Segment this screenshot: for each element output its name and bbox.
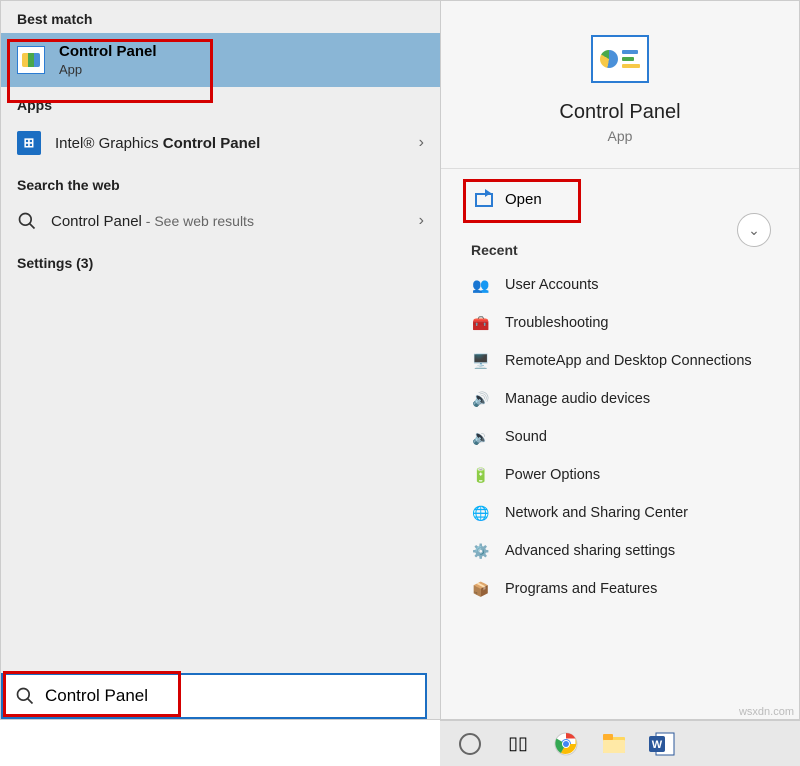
power-icon: 🔋 xyxy=(471,465,491,485)
best-match-subtitle: App xyxy=(59,62,157,77)
intel-icon: ⊞ xyxy=(17,131,41,155)
search-input[interactable] xyxy=(45,686,413,706)
settings-icon: ⚙️ xyxy=(471,541,491,561)
recent-item-sound[interactable]: 🔉Sound xyxy=(441,418,799,456)
chrome-icon[interactable] xyxy=(552,730,580,758)
recent-item-audio-devices[interactable]: 🔊Manage audio devices xyxy=(441,380,799,418)
best-match-result[interactable]: Control Panel App xyxy=(1,33,440,87)
preview-pane: Control Panel App Open ⌄ Recent 👥User Ac… xyxy=(441,1,799,719)
chevron-right-icon[interactable]: › xyxy=(419,134,424,152)
app-result-intel-graphics[interactable]: ⊞ Intel® Graphics Control Panel › xyxy=(1,119,440,167)
control-panel-icon xyxy=(17,46,45,74)
watermark: wsxdn.com xyxy=(739,706,794,718)
apps-label: Apps xyxy=(1,87,440,119)
file-explorer-icon[interactable] xyxy=(600,730,628,758)
troubleshooting-icon: 🧰 xyxy=(471,313,491,333)
search-icon xyxy=(15,686,35,706)
open-icon xyxy=(475,193,493,207)
recent-item-remoteapp[interactable]: 🖥️RemoteApp and Desktop Connections xyxy=(441,342,799,380)
cortana-icon[interactable] xyxy=(456,730,484,758)
recent-item-user-accounts[interactable]: 👥User Accounts xyxy=(441,266,799,304)
results-pane: Best match Control Panel App Apps ⊞ Inte… xyxy=(1,1,441,719)
recent-item-network-sharing[interactable]: 🌐Network and Sharing Center xyxy=(441,494,799,532)
user-accounts-icon: 👥 xyxy=(471,275,491,295)
word-icon[interactable]: W xyxy=(648,730,676,758)
search-icon xyxy=(17,211,37,231)
settings-results-label[interactable]: Settings (3) xyxy=(1,243,440,283)
preview-title: Control Panel xyxy=(559,101,680,124)
recent-item-power-options[interactable]: 🔋Power Options xyxy=(441,456,799,494)
programs-icon: 📦 xyxy=(471,579,491,599)
web-result-title: Control Panel - See web results xyxy=(51,213,254,230)
best-match-title: Control Panel xyxy=(59,43,157,60)
best-match-label: Best match xyxy=(1,1,440,33)
search-web-label: Search the web xyxy=(1,167,440,199)
svg-text:W: W xyxy=(652,739,663,751)
open-button[interactable]: Open xyxy=(465,183,595,216)
app-result-title: Intel® Graphics Control Panel xyxy=(55,135,260,152)
expand-button[interactable]: ⌄ xyxy=(737,213,771,247)
web-result[interactable]: Control Panel - See web results › xyxy=(1,199,440,243)
task-view-icon[interactable]: ▯▯ xyxy=(504,730,532,758)
search-box[interactable] xyxy=(1,673,427,719)
chevron-right-icon[interactable]: › xyxy=(419,212,424,230)
network-icon: 🌐 xyxy=(471,503,491,523)
recent-list: 👥User Accounts 🧰Troubleshooting 🖥️Remote… xyxy=(441,266,799,608)
recent-item-troubleshooting[interactable]: 🧰Troubleshooting xyxy=(441,304,799,342)
preview-subtitle: App xyxy=(608,128,633,144)
recent-item-programs-features[interactable]: 📦Programs and Features xyxy=(441,570,799,608)
open-label: Open xyxy=(505,191,542,208)
control-panel-icon xyxy=(591,35,649,83)
recent-item-advanced-sharing[interactable]: ⚙️Advanced sharing settings xyxy=(441,532,799,570)
taskbar: ▯▯ W xyxy=(440,720,800,766)
remoteapp-icon: 🖥️ xyxy=(471,351,491,371)
audio-icon: 🔊 xyxy=(471,389,491,409)
sound-icon: 🔉 xyxy=(471,427,491,447)
